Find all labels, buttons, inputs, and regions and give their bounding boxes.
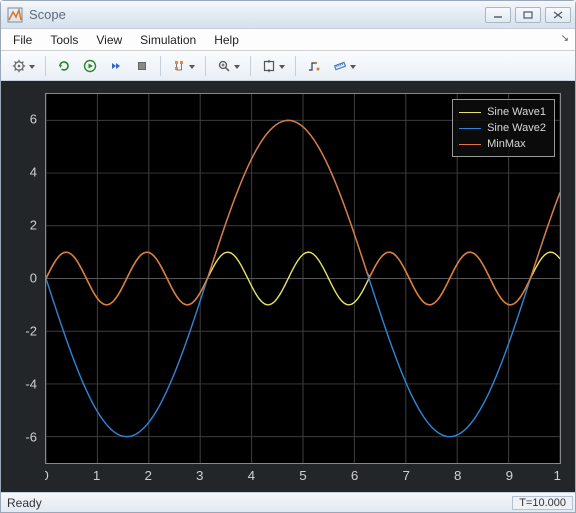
app-icon [7, 7, 23, 23]
settings-gear-icon[interactable] [7, 55, 39, 77]
toolbar-separator [205, 56, 206, 76]
legend-entry-minmax[interactable]: MinMax [459, 136, 546, 152]
status-text: Ready [3, 496, 42, 510]
menu-view[interactable]: View [88, 31, 130, 49]
titlebar: Scope [1, 1, 575, 29]
maximize-button[interactable] [515, 7, 541, 23]
legend[interactable]: Sine Wave1 Sine Wave2 MinMax [452, 99, 555, 157]
x-axis-labels: 0 1 2 3 4 5 6 7 8 9 10 [45, 466, 561, 486]
dock-toggle-icon[interactable]: ↘ [561, 33, 569, 44]
triggers-icon[interactable] [302, 55, 326, 77]
legend-label: MinMax [487, 138, 526, 150]
restart-icon[interactable] [52, 55, 76, 77]
toolbar-separator [250, 56, 251, 76]
menu-simulation[interactable]: Simulation [132, 31, 204, 49]
toolbar-separator [160, 56, 161, 76]
svg-text:7: 7 [402, 468, 409, 483]
autoscale-icon[interactable] [257, 55, 289, 77]
svg-text:9: 9 [506, 468, 513, 483]
minimize-button[interactable] [485, 7, 511, 23]
stop-icon[interactable] [130, 55, 154, 77]
svg-text:10: 10 [554, 468, 561, 483]
svg-text:5: 5 [299, 468, 306, 483]
menu-tools[interactable]: Tools [42, 31, 86, 49]
svg-text:-4: -4 [25, 377, 37, 392]
close-button[interactable] [545, 7, 571, 23]
svg-text:8: 8 [454, 468, 461, 483]
svg-text:3: 3 [196, 468, 203, 483]
window-title: Scope [29, 7, 66, 22]
measurements-icon[interactable] [328, 55, 360, 77]
svg-text:0: 0 [30, 271, 37, 286]
legend-entry-sine-wave2[interactable]: Sine Wave2 [459, 120, 546, 136]
toolbar-separator [295, 56, 296, 76]
chart-area: -6 -4 -2 0 2 4 6 0 1 2 3 4 5 6 7 8 9 10 Sine Wave1 Sine … [1, 81, 575, 492]
legend-label: Sine Wave1 [487, 106, 546, 118]
svg-text:-2: -2 [25, 324, 37, 339]
window-buttons [485, 7, 571, 23]
toolbar-separator [45, 56, 46, 76]
legend-label: Sine Wave2 [487, 122, 546, 134]
svg-text:1: 1 [93, 468, 100, 483]
menu-file[interactable]: File [5, 31, 40, 49]
y-axis-labels: -6 -4 -2 0 2 4 6 [1, 93, 43, 464]
svg-text:4: 4 [248, 468, 255, 483]
statusbar: Ready T=10.000 [1, 492, 575, 512]
zoom-icon[interactable] [212, 55, 244, 77]
run-icon[interactable] [78, 55, 102, 77]
status-time: T=10.000 [512, 496, 573, 510]
svg-text:4: 4 [30, 165, 37, 180]
svg-text:-6: -6 [25, 430, 37, 445]
toolbar [1, 51, 575, 81]
svg-text:2: 2 [30, 218, 37, 233]
svg-text:2: 2 [144, 468, 151, 483]
scope-window: Scope File Tools View Simulation Help ↘ [0, 0, 576, 513]
menubar: File Tools View Simulation Help ↘ [1, 29, 575, 51]
svg-text:0: 0 [45, 468, 49, 483]
highlight-icon[interactable] [167, 55, 199, 77]
menu-help[interactable]: Help [206, 31, 247, 49]
step-forward-icon[interactable] [104, 55, 128, 77]
svg-text:6: 6 [351, 468, 358, 483]
svg-text:6: 6 [30, 112, 37, 127]
legend-entry-sine-wave1[interactable]: Sine Wave1 [459, 104, 546, 120]
